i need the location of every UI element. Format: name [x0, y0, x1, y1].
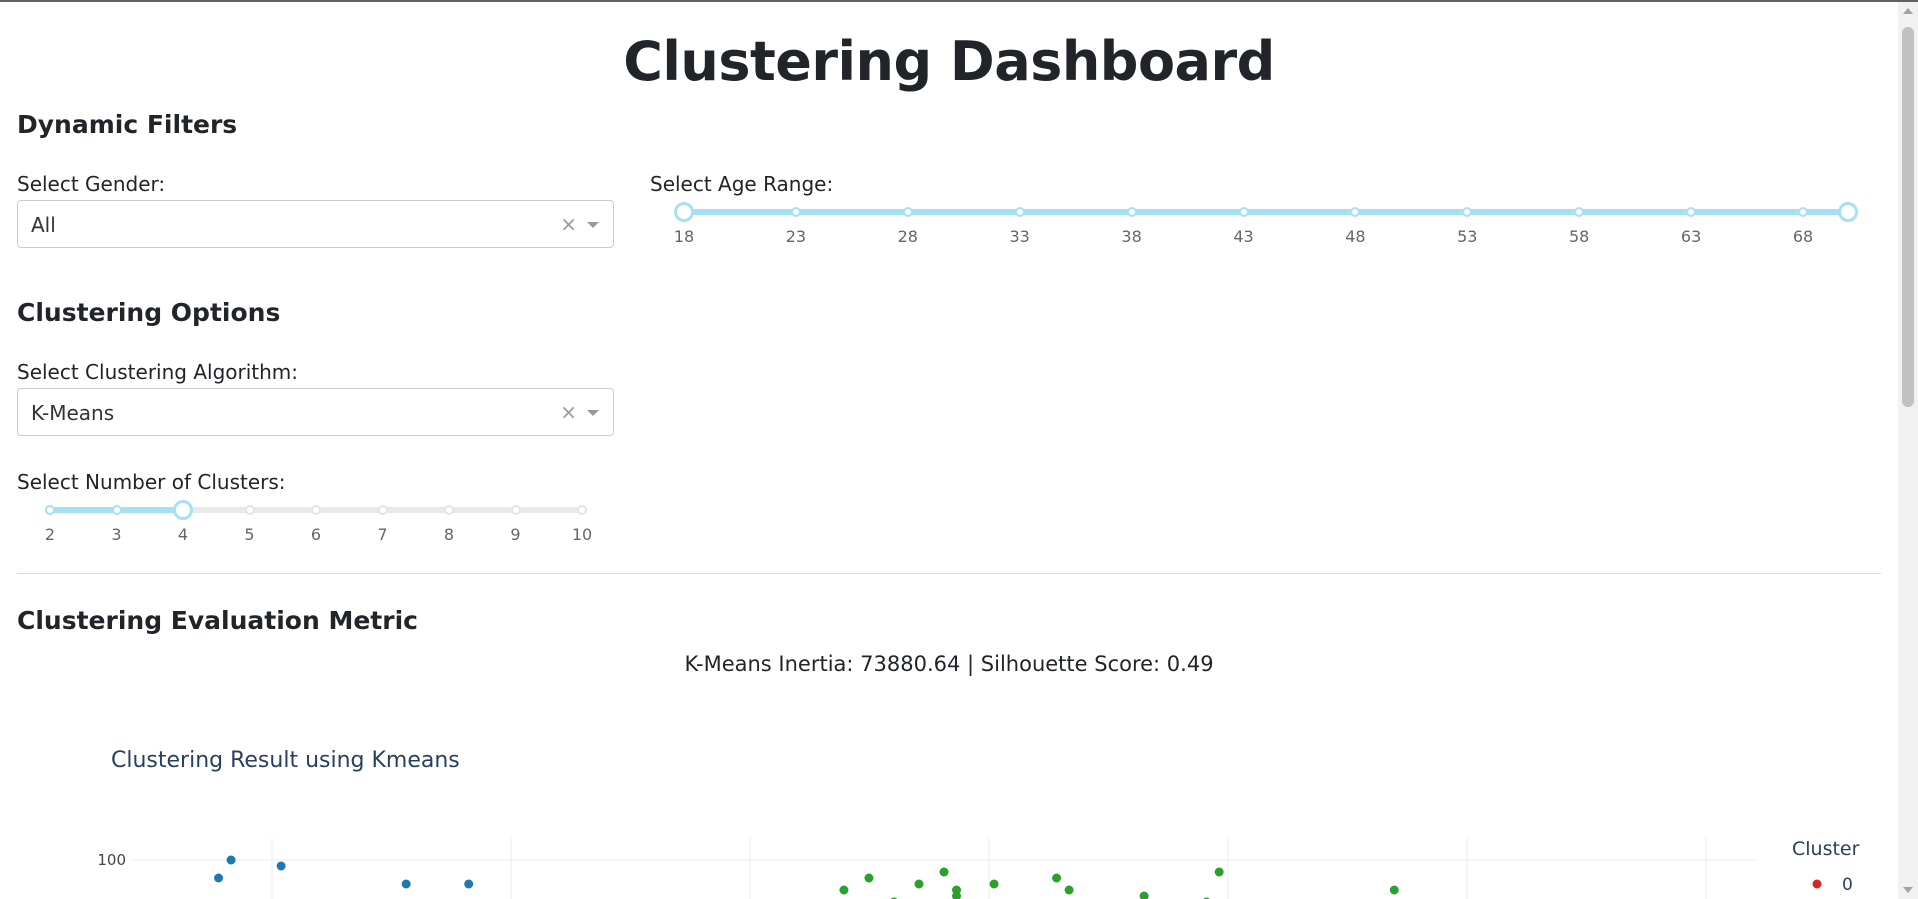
- clusters-tick-label: 4: [177, 525, 189, 544]
- dashboard-page: Clustering Dashboard Dynamic Filters Sel…: [0, 0, 1898, 899]
- evaluation-metric-text: K-Means Inertia: 73880.64 | Silhouette S…: [684, 652, 1214, 676]
- chart-title: Clustering Result using Kmeans: [111, 748, 460, 773]
- legend-title: Cluster: [1792, 838, 1860, 860]
- clustering-options-heading: Clustering Options: [17, 298, 281, 327]
- age-range-tick-label: 53: [1457, 227, 1478, 246]
- age-range-tick-mark[interactable]: [1798, 207, 1808, 217]
- clusters-handle[interactable]: [173, 500, 193, 520]
- clusters-tick-label: 9: [510, 525, 521, 544]
- scroll-up-icon[interactable]: [1903, 8, 1913, 14]
- age-range-tick-label: 58: [1569, 227, 1590, 246]
- age-range-tick-mark[interactable]: [790, 207, 801, 217]
- age-range-tick-mark[interactable]: [1350, 207, 1361, 217]
- algorithm-dropdown[interactable]: K-Means ×: [17, 388, 614, 436]
- age-range-tick-mark[interactable]: [1686, 207, 1697, 217]
- clusters-tick-mark[interactable]: [444, 505, 454, 515]
- age-range-slider[interactable]: 18 23 28 33 38 43 48 53 58 63 68: [674, 202, 1858, 249]
- gender-label: Select Gender:: [17, 172, 166, 196]
- data-point[interactable]: [401, 879, 411, 889]
- data-point[interactable]: [214, 873, 224, 883]
- clusters-label: Select Number of Clusters:: [17, 470, 286, 494]
- data-point[interactable]: [952, 885, 962, 895]
- age-range-label: Select Age Range:: [650, 172, 834, 196]
- scrollbar-thumb[interactable]: [1902, 27, 1914, 407]
- age-range-tick-label: 28: [897, 227, 918, 246]
- data-point[interactable]: [839, 885, 849, 895]
- page-title: Clustering Dashboard: [623, 30, 1275, 93]
- chevron-down-icon[interactable]: [587, 410, 599, 416]
- age-range-tick-label: 38: [1121, 227, 1142, 246]
- data-point[interactable]: [1052, 873, 1062, 883]
- clusters-tick-mark[interactable]: [111, 505, 122, 515]
- algorithm-label: Select Clustering Algorithm:: [17, 360, 299, 384]
- data-point[interactable]: [276, 861, 286, 871]
- data-point[interactable]: [226, 855, 236, 865]
- age-range-tick-mark[interactable]: [902, 207, 913, 217]
- clusters-tick-mark[interactable]: [244, 505, 255, 515]
- clusters-tick-mark[interactable]: [577, 505, 587, 515]
- gender-dropdown[interactable]: All ×: [17, 200, 614, 248]
- dynamic-filters-heading: Dynamic Filters: [17, 110, 238, 139]
- clusters-tick-label: 8: [443, 525, 455, 544]
- data-point[interactable]: [1139, 891, 1149, 899]
- clusters-tick-mark[interactable]: [311, 505, 321, 515]
- age-range-tick-label: 43: [1233, 227, 1254, 246]
- clusters-tick-label: 10: [571, 525, 593, 544]
- clusters-tick-label: 6: [310, 525, 322, 544]
- vertical-scrollbar[interactable]: [1898, 2, 1918, 899]
- age-range-tick-mark[interactable]: [1238, 207, 1249, 217]
- clear-icon[interactable]: ×: [560, 212, 577, 236]
- data-point[interactable]: [939, 867, 949, 877]
- chevron-down-icon[interactable]: [587, 222, 599, 228]
- section-divider: [17, 573, 1881, 574]
- clusters-tick-label: 2: [44, 525, 56, 544]
- clusters-tick-mark[interactable]: [45, 505, 55, 515]
- data-point[interactable]: [464, 879, 474, 889]
- age-range-tick-mark[interactable]: [1462, 207, 1473, 217]
- age-range-tick-label: 18: [673, 227, 695, 246]
- cluster-scatter-chart[interactable]: 100 Cluster 0: [0, 820, 1898, 899]
- clear-icon[interactable]: ×: [560, 400, 577, 424]
- clusters-slider[interactable]: 2 3 4 5 6 7 8 9 10: [45, 500, 592, 547]
- age-range-tick-label: 33: [1009, 227, 1030, 246]
- clusters-tick-label: 7: [377, 525, 388, 544]
- data-point[interactable]: [1389, 885, 1399, 895]
- clusters-tick-mark[interactable]: [510, 505, 521, 515]
- age-range-tick-label: 68: [1792, 227, 1814, 246]
- data-point[interactable]: [1064, 885, 1074, 895]
- age-range-track: [684, 209, 1848, 215]
- evaluation-heading: Clustering Evaluation Metric: [17, 606, 418, 635]
- algorithm-selected-value: K-Means: [31, 401, 115, 425]
- data-point[interactable]: [1214, 867, 1224, 877]
- clusters-tick-label: 3: [111, 525, 122, 544]
- data-point[interactable]: [914, 879, 924, 889]
- clusters-tick-mark[interactable]: [377, 505, 388, 515]
- age-range-handle[interactable]: [674, 202, 694, 222]
- legend-marker[interactable]: [1812, 879, 1822, 889]
- age-range-handle[interactable]: [1838, 202, 1858, 222]
- age-range-tick-label: 63: [1680, 227, 1702, 246]
- clusters-tick-label: 5: [244, 525, 255, 544]
- gender-selected-value: All: [31, 213, 56, 237]
- scroll-down-icon[interactable]: [1903, 887, 1913, 893]
- data-point[interactable]: [864, 873, 874, 883]
- y-tick-label: 100: [97, 851, 126, 869]
- age-range-tick-label: 23: [785, 227, 807, 246]
- legend-label: 0: [1842, 875, 1853, 895]
- age-range-tick-label: 48: [1345, 227, 1366, 246]
- data-point[interactable]: [989, 879, 999, 889]
- age-range-tick-mark[interactable]: [1574, 207, 1585, 217]
- age-range-tick-mark[interactable]: [1126, 207, 1137, 217]
- age-range-tick-mark[interactable]: [1014, 207, 1025, 217]
